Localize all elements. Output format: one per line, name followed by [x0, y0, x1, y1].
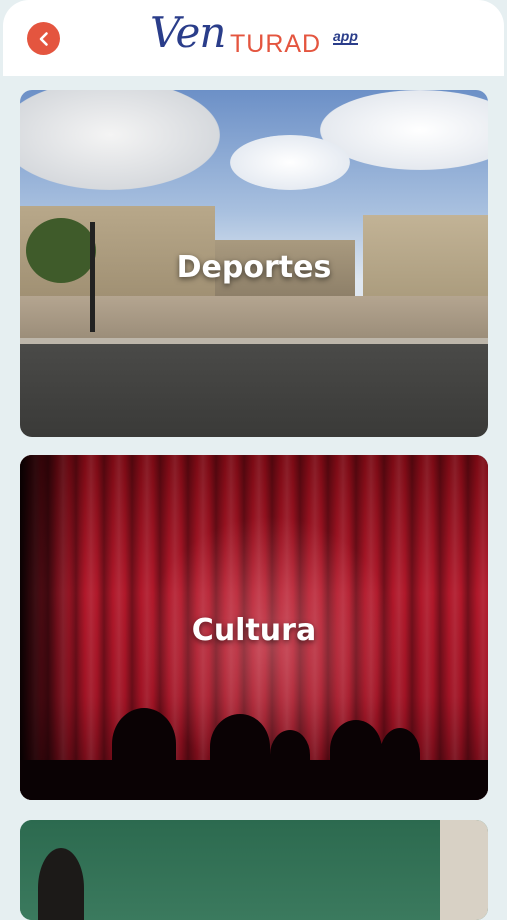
- category-card-third[interactable]: [20, 820, 488, 920]
- chevron-left-icon: [39, 31, 48, 46]
- venturad-logo: Ven TURAD app: [150, 4, 370, 74]
- logo-turad: TURAD: [230, 30, 322, 58]
- category-label-cultura: Cultura: [191, 613, 317, 648]
- back-button[interactable]: [27, 22, 60, 55]
- logo-app: app: [333, 28, 358, 45]
- category-label-deportes: Deportes: [176, 250, 332, 285]
- logo-ven: Ven: [150, 8, 226, 57]
- category-card-deportes[interactable]: Deportes: [20, 90, 488, 437]
- app-header: Ven TURAD app: [3, 0, 504, 76]
- audience-silhouette: [20, 708, 488, 800]
- category-card-cultura[interactable]: Cultura: [20, 455, 488, 800]
